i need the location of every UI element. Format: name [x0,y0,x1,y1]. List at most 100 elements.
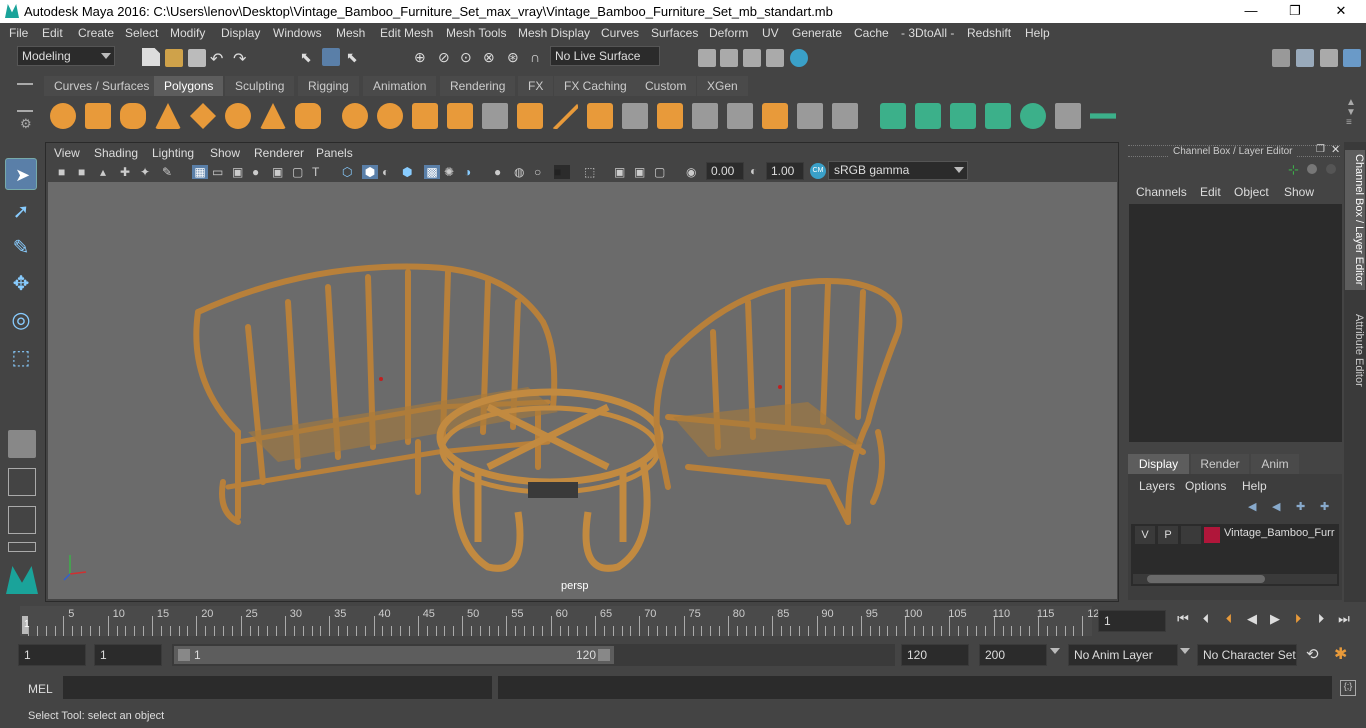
grid-toggle-icon[interactable]: ▦ [192,165,208,179]
workspace-icon[interactable] [1272,49,1290,67]
fill-hole-icon[interactable] [832,103,858,129]
outliner-layout-icon[interactable] [8,542,36,552]
options-icon[interactable] [1326,164,1336,174]
field-chart-icon[interactable]: ▣ [272,165,283,179]
select-tool-icon[interactable]: ➤ [5,158,37,190]
rotate-tool-icon[interactable]: ◎ [5,304,37,336]
bridge-icon[interactable] [622,103,648,129]
layer-scrollbar-thumb[interactable] [1147,575,1265,583]
automatic-uv-icon[interactable] [985,103,1011,129]
modeling-toolkit-icon[interactable] [1296,49,1314,67]
restore-button[interactable]: ❐ [1280,2,1310,20]
default-light-icon[interactable]: ◐ [382,165,389,179]
close-panel-icon[interactable]: ✕ [1331,143,1340,156]
scale-tool-icon[interactable]: ⬚ [5,342,37,374]
safe-action-icon[interactable]: ▢ [292,165,303,179]
gamma-field[interactable]: 1.00 [766,162,804,180]
open-scene-icon[interactable] [165,49,183,67]
poly-pyramid-icon[interactable] [260,103,286,129]
combine-icon[interactable] [342,103,368,129]
undo-icon[interactable]: ↶ [210,49,228,68]
separate-icon[interactable] [377,103,403,129]
bookmark-icon[interactable]: ▴ [100,165,106,179]
anim-layer-field[interactable]: No Anim Layer [1068,644,1178,666]
mode-dropdown[interactable]: Modeling [17,46,115,66]
poly-plane-icon[interactable] [190,103,216,129]
menu-mesh-tools[interactable]: Mesh Tools [446,26,506,40]
four-view-layout-icon[interactable] [8,468,36,496]
menu-windows[interactable]: Windows [273,26,322,40]
new-scene-icon[interactable] [142,48,160,66]
menu-create[interactable]: Create [78,26,114,40]
hypershade-icon[interactable] [790,49,808,67]
smooth-shade-icon[interactable]: ⬢ [362,165,378,179]
cb-menu-object[interactable]: Object [1234,185,1269,199]
use-all-lights-icon[interactable]: ✺ [444,165,454,179]
current-frame-field[interactable]: 1 [1098,610,1166,632]
new-layer-selected-icon[interactable]: ✚ [1320,500,1329,513]
xray-joints-icon[interactable]: ▣ [634,165,645,179]
menu-file[interactable]: File [9,26,28,40]
tab-rendering[interactable]: Rendering [440,76,516,96]
tab-animation[interactable]: Animation [363,76,437,96]
offset-edge-loop-icon[interactable] [727,103,753,129]
film-gate-icon[interactable]: ✦ [140,165,150,179]
side-by-side-layout-icon[interactable] [8,506,36,534]
gate-mask-icon[interactable]: ● [252,165,259,179]
textured-icon[interactable]: ▩ [424,165,440,179]
shelf-scroll-icon[interactable]: ▲ ▼ ≡ [1346,98,1356,128]
smooth-icon[interactable] [447,103,473,129]
menu-curves[interactable]: Curves [601,26,639,40]
menu-select[interactable]: Select [125,26,158,40]
spherical-uv-icon[interactable] [950,103,976,129]
render-view-icon[interactable] [766,49,784,67]
shadows-icon[interactable]: ◑ [464,165,471,179]
snap-curve-icon[interactable]: ⊘ [438,49,456,67]
reduce-icon[interactable] [482,103,508,129]
poly-cube-icon[interactable] [85,103,111,129]
viewport-menu-show[interactable]: Show [210,146,240,160]
tab-fx[interactable]: FX [518,76,554,96]
tab-display[interactable]: Display [1128,454,1189,474]
unfold-uv-icon[interactable] [1020,103,1046,129]
xray-components-icon[interactable]: ▢ [654,165,665,179]
exposure-icon[interactable]: ◉ [686,165,696,179]
viewport-menu-lighting[interactable]: Lighting [152,146,194,160]
step-forward-icon[interactable]: ⏵ [1312,610,1330,628]
viewport-menu-shading[interactable]: Shading [94,146,138,160]
tab-sculpting[interactable]: Sculpting [225,76,295,96]
safe-title-icon[interactable]: T [312,165,319,179]
menu-mesh[interactable]: Mesh [336,26,365,40]
paint-select-tool-icon[interactable]: ✎ [5,232,37,264]
mirror-icon[interactable] [412,103,438,129]
poly-sphere-icon[interactable] [50,103,76,129]
tab-anim[interactable]: Anim [1251,454,1299,474]
layer-color-swatch[interactable] [1204,527,1220,543]
viewport-menu-view[interactable]: View [54,146,80,160]
single-view-layout-icon[interactable] [8,430,36,458]
layer-menu-options[interactable]: Options [1185,479,1226,493]
shelf-menu-icon[interactable] [17,83,33,85]
tab-fx-caching[interactable]: FX Caching [554,76,637,96]
layer-name[interactable]: Vintage_Bamboo_Furr [1224,527,1336,539]
ipr-render-icon[interactable] [743,49,761,67]
move-layer-up-icon[interactable]: ◀ [1248,500,1256,513]
layer-menu-layers[interactable]: Layers [1139,479,1175,493]
perspective-viewport[interactable]: persp [48,182,1117,599]
camera-icon[interactable]: ■ [58,165,65,179]
menu-deform[interactable]: Deform [709,26,748,40]
wireframe-icon[interactable]: ⬡ [342,165,352,179]
snap-point-icon[interactable]: ⊙ [460,49,478,67]
multi-cut-icon[interactable] [552,103,578,129]
tab-attribute-editor[interactable]: Attribute Editor [1345,308,1365,392]
script-language-label[interactable]: MEL [28,682,53,696]
step-back-key-icon[interactable]: ⏴ [1220,610,1238,628]
redo-icon[interactable]: ↷ [233,49,251,68]
shelf-settings-icon[interactable]: ⚙ [20,116,32,132]
poly-pipe-icon[interactable] [295,103,321,129]
menu-display[interactable]: Display [221,26,260,40]
merge-icon[interactable] [762,103,788,129]
menu-modify[interactable]: Modify [170,26,205,40]
select-component-icon[interactable]: ⬉ [346,49,364,67]
layer-menu-help[interactable]: Help [1242,479,1267,493]
